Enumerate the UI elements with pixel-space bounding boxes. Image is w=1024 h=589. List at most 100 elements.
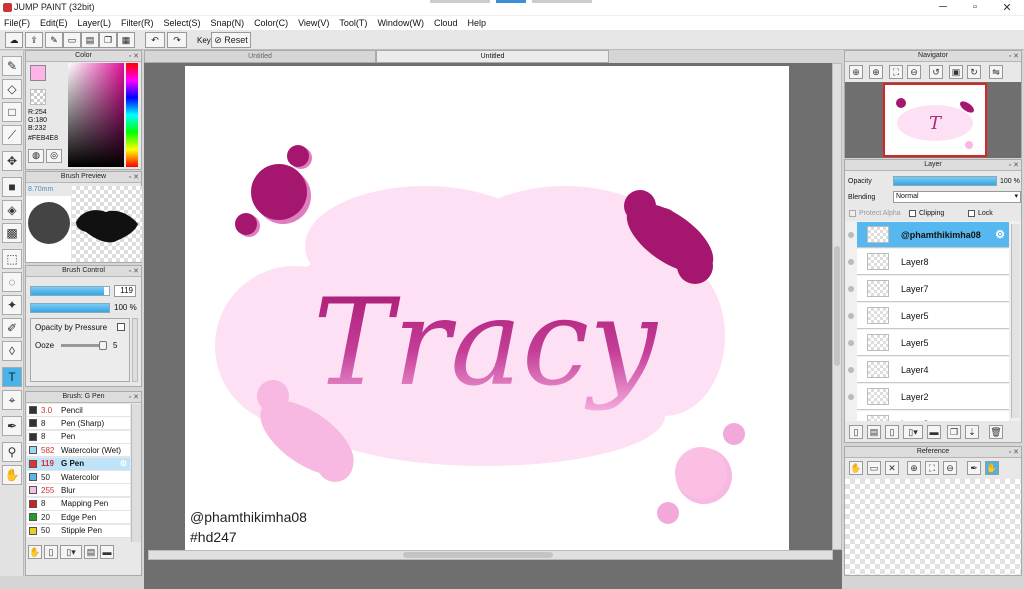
fill-rect-tool-icon[interactable]: ■: [2, 177, 22, 197]
undo-icon[interactable]: ↶: [145, 32, 165, 48]
menu-edit[interactable]: Edit(E): [40, 18, 68, 28]
reference-zoom-in-icon[interactable]: ⊕: [907, 461, 921, 475]
reference-close-icon[interactable]: ✕: [885, 461, 899, 475]
canvas-vertical-scrollbar[interactable]: [832, 63, 842, 550]
menu-filter[interactable]: Filter(R): [121, 18, 154, 28]
layer-row[interactable]: Layer4: [857, 357, 1009, 383]
maximize-icon[interactable]: ▫: [960, 1, 990, 13]
redo-icon[interactable]: ↷: [167, 32, 187, 48]
rotate-left-icon[interactable]: ↺: [929, 65, 943, 79]
opacity-by-pressure-checkbox[interactable]: [117, 323, 125, 331]
display-icon[interactable]: ▭: [63, 32, 81, 48]
layer-row[interactable]: Layer5: [857, 303, 1009, 329]
ooze-thumb[interactable]: [99, 341, 107, 350]
select-rect-tool-icon[interactable]: ⬚: [2, 249, 22, 269]
brush-size-value[interactable]: 119: [114, 285, 136, 297]
zoom-in-icon[interactable]: ⊕: [849, 65, 863, 79]
menu-window[interactable]: Window(W): [377, 18, 424, 28]
menu-color[interactable]: Color(C): [254, 18, 288, 28]
brush-item[interactable]: 119 G Pen ⚙: [27, 457, 130, 471]
flip-icon[interactable]: ⇋: [989, 65, 1003, 79]
brush-item[interactable]: 255 Blur: [27, 484, 130, 498]
brush-item[interactable]: 50 Stipple Pen: [27, 524, 130, 538]
blending-select[interactable]: Normal ▾: [893, 191, 1021, 203]
duplicate-layer-icon[interactable]: ❐: [947, 425, 961, 439]
brush-tool-icon[interactable]: ✎: [2, 56, 22, 76]
reference-hand-icon[interactable]: ✋: [985, 461, 999, 475]
brush-folder-menu-icon[interactable]: ▯▾: [60, 545, 82, 559]
line-tool-icon[interactable]: ⟋: [2, 125, 22, 145]
brush-item[interactable]: 8 Pen: [27, 430, 130, 444]
upload-icon[interactable]: ⇪: [25, 32, 43, 48]
protect-alpha-checkbox[interactable]: [849, 210, 856, 217]
pen-tool-icon[interactable]: ✒: [2, 416, 22, 436]
main-color-swatch[interactable]: [30, 65, 46, 81]
layer-row[interactable]: @phamthikimha08 ⚙: [857, 222, 1009, 248]
hand-tool-icon[interactable]: ✋: [2, 465, 22, 485]
brush-item[interactable]: 582 Watercolor (Wet): [27, 444, 130, 458]
panel-close-icon[interactable]: ▫ ✕: [1009, 52, 1019, 62]
select-pen-tool-icon[interactable]: ✐: [2, 318, 22, 338]
visibility-eye-icon[interactable]: [848, 367, 854, 373]
menu-view[interactable]: View(V): [298, 18, 329, 28]
visibility-eye-icon[interactable]: [848, 394, 854, 400]
panel-close-icon[interactable]: ▫ ✕: [129, 393, 139, 403]
select-eraser-tool-icon[interactable]: ◊: [2, 341, 22, 361]
brush-item[interactable]: 20 Edge Pen: [27, 511, 130, 525]
eraser-tool-icon[interactable]: ◇: [2, 79, 22, 99]
canvas-horizontal-scrollbar[interactable]: [148, 550, 833, 560]
comment-icon[interactable]: ✎: [45, 32, 63, 48]
brush-size-slider[interactable]: [30, 286, 110, 296]
zoom-out-icon[interactable]: ⊖: [907, 65, 921, 79]
brush-add-icon[interactable]: ✋: [28, 545, 42, 559]
delete-layer-icon[interactable]: 🗑: [989, 425, 1003, 439]
menu-help[interactable]: Help: [467, 18, 486, 28]
reset-button[interactable]: ⊘ Reset: [211, 32, 251, 48]
visibility-eye-icon[interactable]: [848, 286, 854, 292]
lock-checkbox[interactable]: [968, 210, 975, 217]
layer-row[interactable]: Layer2: [857, 384, 1009, 410]
brush-item[interactable]: 8 Mapping Pen: [27, 497, 130, 511]
zoom-in-2-icon[interactable]: ⊕: [869, 65, 883, 79]
brush-folder-icon[interactable]: ▬: [100, 545, 114, 559]
layer-opacity-slider[interactable]: [893, 176, 997, 186]
brush-item[interactable]: 3.0 Pencil: [27, 404, 130, 417]
menu-select[interactable]: Select(S): [164, 18, 201, 28]
layer-row[interactable]: Layer5: [857, 330, 1009, 356]
tab-untitled-1[interactable]: Untitled: [144, 50, 376, 63]
new-folder-layer-icon[interactable]: ▯: [885, 425, 899, 439]
new-layer-2-icon[interactable]: ▤: [867, 425, 881, 439]
saturation-value-picker[interactable]: [68, 63, 124, 167]
palette-icon[interactable]: ◍: [28, 149, 44, 163]
layer-list-scrollbar[interactable]: [1011, 224, 1020, 418]
minimize-icon[interactable]: ─: [928, 1, 958, 13]
tab-untitled-2[interactable]: Untitled: [376, 50, 609, 63]
reference-canvas[interactable]: [845, 479, 1021, 575]
navigator-thumbnail[interactable]: T: [883, 83, 987, 157]
magic-wand-tool-icon[interactable]: ✦: [2, 295, 22, 315]
ooze-slider[interactable]: [61, 341, 107, 350]
panel-close-icon[interactable]: ▫ ✕: [129, 173, 139, 183]
rectangle-tool-icon[interactable]: □: [2, 102, 22, 122]
menu-cloud[interactable]: Cloud: [434, 18, 458, 28]
panel-close-icon[interactable]: ▫ ✕: [129, 267, 139, 277]
gear-icon[interactable]: ⚙: [995, 228, 1005, 241]
layer-menu-icon[interactable]: ▯▾: [903, 425, 923, 439]
reference-add-icon[interactable]: ✋: [849, 461, 863, 475]
menu-tool[interactable]: Tool(T): [339, 18, 367, 28]
menu-snap[interactable]: Snap(N): [211, 18, 245, 28]
visibility-eye-icon[interactable]: [848, 340, 854, 346]
visibility-eye-icon[interactable]: [848, 232, 854, 238]
panel-close-icon[interactable]: ▫ ✕: [129, 52, 139, 62]
operation-tool-icon[interactable]: ⌖: [2, 390, 22, 410]
reset-view-icon[interactable]: ▣: [949, 65, 963, 79]
reference-zoom-out-icon[interactable]: ⊖: [943, 461, 957, 475]
menu-layer[interactable]: Layer(L): [78, 18, 112, 28]
panel-close-icon[interactable]: ▫ ✕: [1009, 448, 1019, 458]
close-icon[interactable]: ✕: [992, 1, 1022, 14]
brush-copy-icon[interactable]: ▤: [84, 545, 98, 559]
brush-opacity-slider[interactable]: [30, 303, 110, 313]
new-layer-icon[interactable]: ▯: [849, 425, 863, 439]
document-canvas[interactable]: Tracy @phamthikimha08 #hd247: [185, 66, 789, 550]
layer-row[interactable]: Layer7: [857, 276, 1009, 302]
